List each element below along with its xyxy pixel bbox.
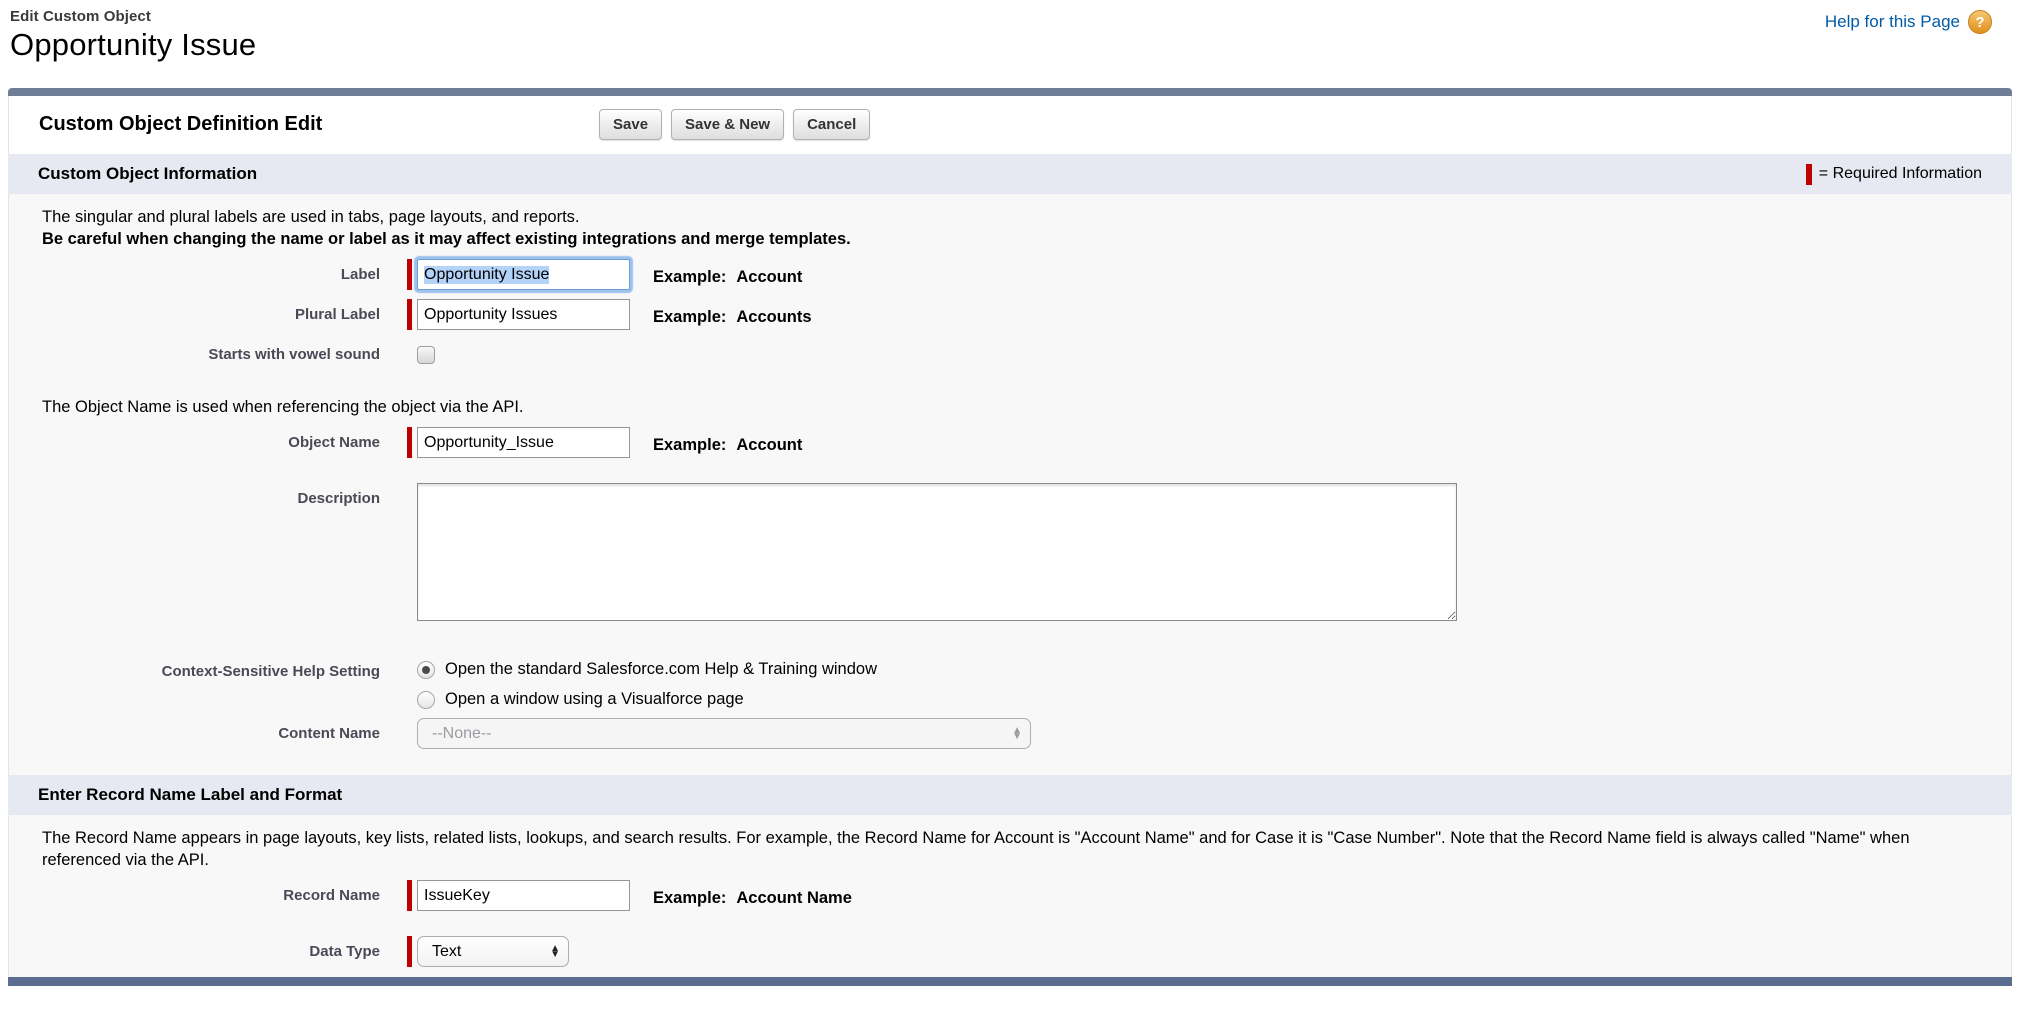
vowel-sound-checkbox[interactable] xyxy=(417,346,435,364)
label-field-row: Label Opportunity Issue Example: Account xyxy=(9,259,1983,290)
plural-label-input[interactable] xyxy=(417,299,630,330)
record-name-field-row: Record Name Example: Account Name xyxy=(9,880,1983,911)
labels-intro-text: The singular and plural labels are used … xyxy=(42,206,1983,228)
label-input-selected-text: Opportunity Issue xyxy=(424,266,549,284)
object-name-example: Example: Account xyxy=(653,431,802,455)
data-type-select[interactable]: Text ▲▼ xyxy=(417,936,569,967)
toolbar: Custom Object Definition Edit Save Save … xyxy=(8,96,2012,154)
description-field-label: Description xyxy=(9,483,380,507)
required-marker-icon xyxy=(407,299,412,330)
breadcrumb: Edit Custom Object xyxy=(10,8,2010,25)
content-name-field-row: Content Name --None-- ▲▼ xyxy=(9,718,1983,749)
cancel-button[interactable]: Cancel xyxy=(793,109,870,140)
object-name-field-label: Object Name xyxy=(9,427,380,451)
page-title: Opportunity Issue xyxy=(10,27,2010,63)
plural-label-field-row: Plural Label Example: Accounts xyxy=(9,299,1983,330)
select-arrows-icon: ▲▼ xyxy=(550,946,560,958)
radio-unselected-icon[interactable] xyxy=(417,691,435,709)
section-title: Custom Object Information xyxy=(38,164,257,184)
custom-object-information-form: The singular and plural labels are used … xyxy=(8,194,2012,775)
help-question-icon[interactable]: ? xyxy=(1968,10,1992,34)
required-marker-icon xyxy=(1806,164,1812,185)
object-name-intro-text: The Object Name is used when referencing… xyxy=(42,396,1983,418)
record-name-field-label: Record Name xyxy=(9,880,380,904)
custom-object-edit-module: Custom Object Definition Edit Save Save … xyxy=(8,88,2012,977)
save-and-new-button[interactable]: Save & New xyxy=(671,109,784,140)
required-information-legend: = Required Information xyxy=(1806,164,1982,185)
help-for-this-page-link[interactable]: Help for this Page xyxy=(1825,12,1960,32)
radio-selected-icon[interactable] xyxy=(417,661,435,679)
section-header-custom-object-information: Custom Object Information = Required Inf… xyxy=(8,154,2012,194)
data-type-field-label: Data Type xyxy=(9,936,380,960)
help-setting-option-standard[interactable]: Open the standard Salesforce.com Help & … xyxy=(417,660,877,679)
toolbar-buttons: Save Save & New Cancel xyxy=(599,109,870,140)
page-header: Edit Custom Object Opportunity Issue Hel… xyxy=(0,0,2020,88)
required-marker-icon xyxy=(407,936,412,967)
record-name-input[interactable] xyxy=(417,880,630,911)
required-marker-icon xyxy=(407,880,412,911)
vowel-sound-field-label: Starts with vowel sound xyxy=(9,339,380,363)
section-header-record-name: Enter Record Name Label and Format xyxy=(8,775,2012,815)
labels-warning-text: Be careful when changing the name or lab… xyxy=(42,228,1983,250)
help-area: Help for this Page ? xyxy=(1825,10,1992,34)
label-example: Example: Account xyxy=(653,263,802,287)
toolbar-title: Custom Object Definition Edit xyxy=(39,113,599,136)
label-field-label: Label xyxy=(9,259,380,283)
label-input[interactable]: Opportunity Issue xyxy=(417,259,630,290)
section-title: Enter Record Name Label and Format xyxy=(38,785,342,805)
plural-label-example: Example: Accounts xyxy=(653,303,812,327)
content-name-select: --None-- ▲▼ xyxy=(417,718,1031,749)
vowel-sound-field-row: Starts with vowel sound xyxy=(9,339,1983,370)
help-setting-option-visualforce[interactable]: Open a window using a Visualforce page xyxy=(417,690,877,709)
required-legend-text: = Required Information xyxy=(1819,165,1982,183)
module-top-bar xyxy=(8,88,2012,96)
help-setting-radio-group: Open the standard Salesforce.com Help & … xyxy=(417,656,877,709)
object-name-input[interactable] xyxy=(417,427,630,458)
required-marker-icon xyxy=(407,259,412,290)
help-setting-field-label: Context-Sensitive Help Setting xyxy=(9,656,380,680)
description-textarea[interactable] xyxy=(417,483,1457,621)
save-button[interactable]: Save xyxy=(599,109,662,140)
data-type-field-row: Data Type Text ▲▼ xyxy=(9,936,1983,967)
record-name-intro-text: The Record Name appears in page layouts,… xyxy=(42,827,1983,871)
select-arrows-icon: ▲▼ xyxy=(1012,728,1022,740)
plural-label-field-label: Plural Label xyxy=(9,299,380,323)
required-marker-icon xyxy=(407,427,412,458)
object-name-field-row: Object Name Example: Account xyxy=(9,427,1983,458)
record-name-form: The Record Name appears in page layouts,… xyxy=(8,815,2012,977)
module-bottom-bar xyxy=(8,977,2012,986)
content-name-field-label: Content Name xyxy=(9,718,380,742)
help-setting-field-row: Context-Sensitive Help Setting Open the … xyxy=(9,656,1983,709)
description-field-row: Description xyxy=(9,483,1983,621)
record-name-example: Example: Account Name xyxy=(653,884,852,908)
